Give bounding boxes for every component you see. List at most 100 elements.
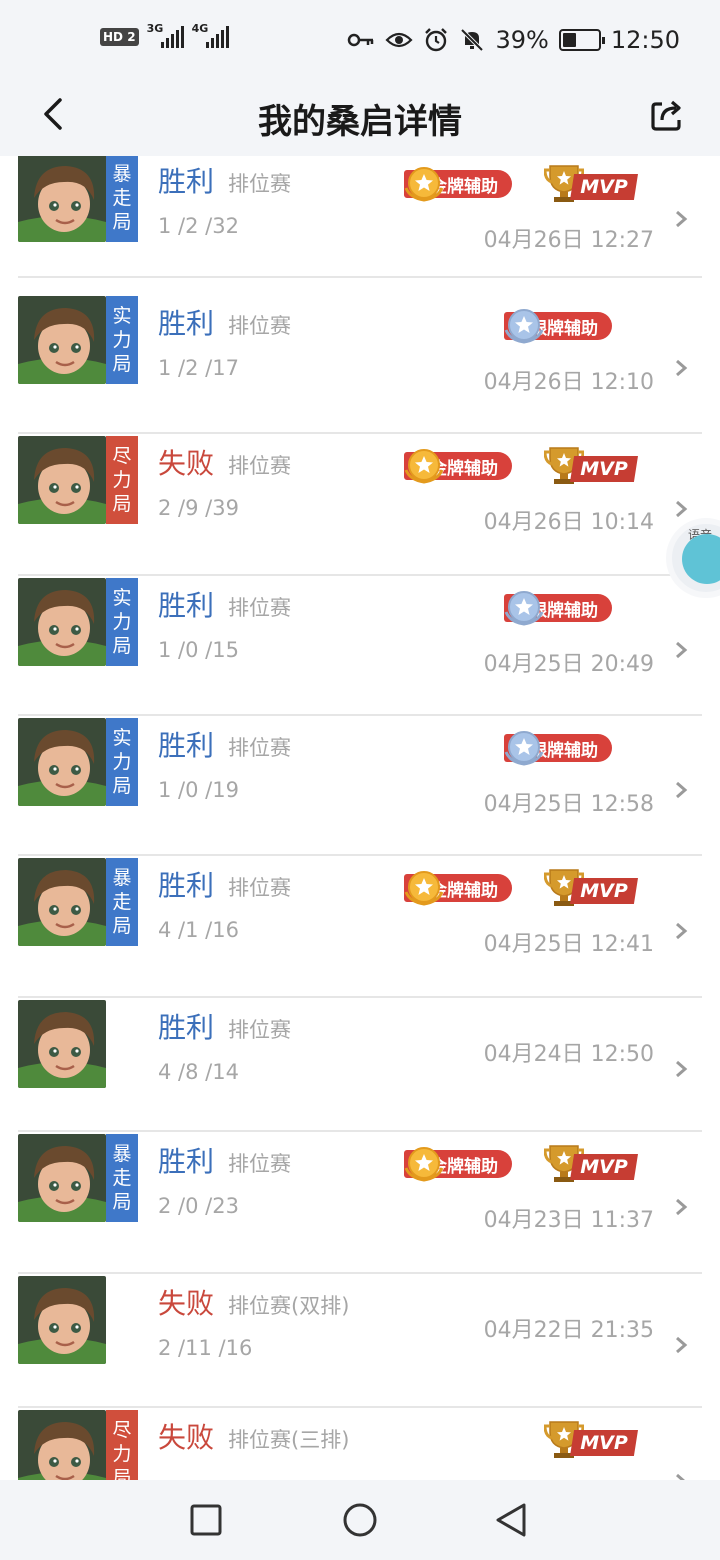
chevron-right-icon[interactable]	[674, 921, 690, 941]
support-badge: 金牌辅助	[404, 870, 512, 906]
kda-stats: 2 /9 /39	[158, 496, 239, 520]
kda-stats: 1 /0 /15	[158, 638, 239, 662]
hero-avatar	[18, 1000, 106, 1088]
match-mode: 排位赛	[228, 454, 291, 478]
support-badge: 金牌辅助	[404, 1146, 512, 1182]
match-row[interactable]: 暴走局胜利 排位赛 1 /2 /32 04月26日 12:27 金牌辅助 MVP	[18, 156, 702, 278]
gold-medal-icon	[404, 871, 444, 906]
match-row[interactable]: 尽力局失败 排位赛 2 /9 /39 04月26日 10:14 金牌辅助 MVP	[18, 434, 702, 576]
mvp-label: MVP	[570, 174, 638, 200]
match-rating-tag: 暴走局	[106, 1134, 138, 1222]
match-time: 04月22日 21:35	[483, 1318, 654, 1343]
mvp-badge: MVP	[544, 1142, 640, 1184]
kda-stats: 4 /8 /14	[158, 1060, 239, 1084]
mvp-label: MVP	[570, 1430, 638, 1456]
tag-char: 力	[112, 751, 132, 773]
match-time: 04月25日 20:49	[483, 652, 654, 677]
support-badge: 银牌辅助	[504, 730, 612, 766]
tag-char: 局	[112, 353, 132, 375]
eye-icon	[385, 32, 414, 48]
match-row[interactable]: 暴走局胜利 排位赛 2 /0 /23 04月23日 11:37 金牌辅助 MVP	[18, 1132, 702, 1274]
match-mode: 排位赛	[228, 596, 291, 620]
match-result: 失败	[158, 1287, 215, 1320]
silver-medal-icon	[504, 309, 544, 344]
chevron-right-icon[interactable]	[674, 499, 690, 519]
match-row[interactable]: 失败 排位赛(双排) 2 /11 /16 04月22日 21:35	[18, 1274, 702, 1408]
chevron-right-icon[interactable]	[674, 358, 690, 378]
mvp-label: MVP	[570, 878, 638, 904]
match-row[interactable]: 尽力局失败 排位赛(三排) MVP	[18, 1408, 702, 1480]
gold-medal-icon	[404, 167, 444, 202]
hd-label: HD	[103, 30, 124, 44]
tag-char: 尽	[112, 1419, 132, 1441]
tag-char: 局	[112, 493, 132, 515]
hero-avatar	[18, 156, 106, 242]
tag-char: 实	[112, 727, 132, 749]
match-time: 04月23日 11:37	[483, 1208, 654, 1233]
hero-avatar	[18, 1134, 106, 1222]
match-rating-tag: 尽力局	[106, 436, 138, 524]
support-badge: 金牌辅助	[404, 448, 512, 484]
hero-avatar	[18, 718, 106, 806]
recents-square-icon[interactable]	[186, 1500, 226, 1540]
chevron-right-icon[interactable]	[674, 780, 690, 800]
chevron-right-icon[interactable]	[674, 640, 690, 660]
tag-char: 走	[112, 187, 132, 209]
hero-avatar	[18, 1276, 106, 1364]
chevron-right-icon[interactable]	[674, 1197, 690, 1217]
match-rating-tag: 尽力局	[106, 1410, 138, 1480]
tag-char: 力	[112, 611, 132, 633]
chevron-right-icon[interactable]	[674, 1335, 690, 1355]
match-rating-tag: 实力局	[106, 296, 138, 384]
match-time: 04月26日 10:14	[483, 510, 654, 535]
mvp-badge: MVP	[544, 1418, 640, 1460]
chevron-right-icon[interactable]	[674, 209, 690, 229]
match-time: 04月25日 12:58	[483, 792, 654, 817]
match-list[interactable]: 暴走局胜利 排位赛 1 /2 /32 04月26日 12:27 金牌辅助 MVP 实力局胜利…	[0, 156, 720, 1480]
battery-percent: 39%	[495, 26, 549, 54]
chevron-right-icon[interactable]	[674, 1059, 690, 1079]
support-badge: 金牌辅助	[404, 166, 512, 202]
match-result: 胜利	[158, 1145, 215, 1178]
key-icon	[348, 33, 374, 47]
home-circle-icon[interactable]	[340, 1500, 380, 1540]
kda-stats: 2 /0 /23	[158, 1194, 239, 1218]
alarm-icon	[425, 28, 448, 52]
mvp-badge: MVP	[544, 444, 640, 486]
gold-medal-icon	[404, 1147, 444, 1182]
signal-4g-icon: 4G	[192, 22, 229, 48]
match-row[interactable]: 实力局胜利 排位赛 1 /2 /17 04月26日 12:10 银牌辅助	[18, 294, 702, 434]
kda-stats: 1 /2 /17	[158, 356, 239, 380]
hero-avatar	[18, 578, 106, 666]
tag-char: 局	[112, 1191, 132, 1213]
match-mode: 排位赛	[228, 314, 291, 338]
kda-stats: 1 /2 /32	[158, 214, 239, 238]
tag-char: 局	[112, 915, 132, 937]
match-mode: 排位赛	[228, 172, 291, 196]
mvp-badge: MVP	[544, 162, 640, 204]
chevron-right-icon[interactable]	[674, 1472, 690, 1480]
mute-bell-icon	[461, 28, 484, 52]
share-icon[interactable]	[648, 94, 688, 134]
match-rating-tag: 暴走局	[106, 156, 138, 242]
match-row[interactable]: 实力局胜利 排位赛 1 /0 /19 04月25日 12:58 银牌辅助	[18, 716, 702, 856]
back-triangle-icon[interactable]	[492, 1500, 532, 1540]
tag-char: 尽	[112, 445, 132, 467]
tag-char: 局	[112, 635, 132, 657]
gold-medal-icon	[404, 449, 444, 484]
match-result: 胜利	[158, 307, 215, 340]
tag-char: 力	[112, 329, 132, 351]
match-time: 04月24日 12:50	[483, 1042, 654, 1067]
match-mode: 排位赛	[228, 1018, 291, 1042]
tag-char: 局	[112, 775, 132, 797]
support-badge: 银牌辅助	[504, 308, 612, 344]
match-mode: 排位赛	[228, 736, 291, 760]
match-row[interactable]: 暴走局胜利 排位赛 4 /1 /16 04月25日 12:41 金牌辅助 MVP	[18, 856, 702, 998]
tag-char: 走	[112, 1167, 132, 1189]
match-row[interactable]: 胜利 排位赛 4 /8 /14 04月24日 12:50	[18, 998, 702, 1132]
match-row[interactable]: 实力局胜利 排位赛 1 /0 /15 04月25日 20:49 银牌辅助	[18, 576, 702, 716]
mvp-badge: MVP	[544, 866, 640, 908]
match-result: 胜利	[158, 1011, 215, 1044]
match-time: 04月26日 12:27	[483, 228, 654, 253]
tag-char: 局	[112, 211, 132, 233]
